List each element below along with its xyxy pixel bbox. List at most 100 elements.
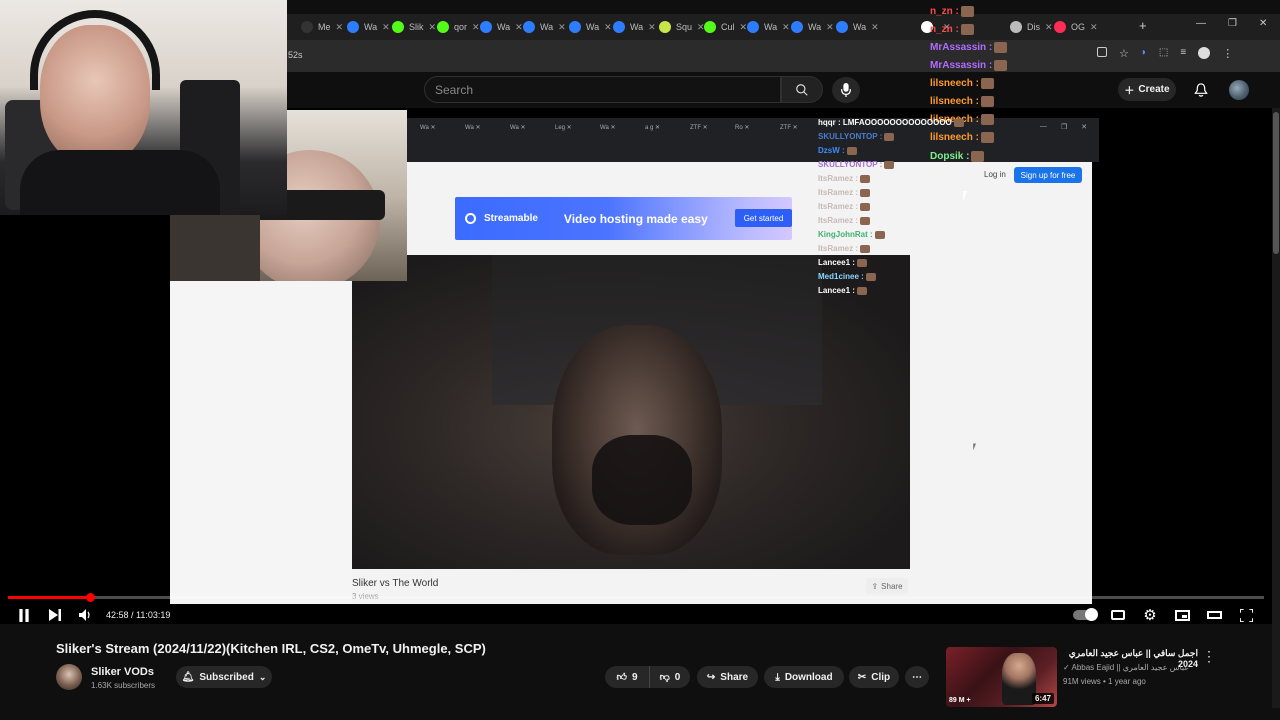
browser-tab-label: Wa — [540, 22, 554, 32]
profile-icon[interactable] — [1198, 47, 1211, 59]
puzzle-icon[interactable]: ⬚ — [1159, 47, 1168, 60]
captured-tab: Wa ✕ — [510, 125, 526, 131]
tab-close-icon[interactable]: ✕ — [871, 22, 879, 33]
captured-chat-username: DzsW : — [818, 146, 845, 155]
recommended-views: 91M views — [1063, 677, 1101, 686]
pause-button[interactable] — [14, 605, 34, 625]
browser-tab[interactable]: Wa ✕ — [832, 14, 883, 40]
browser-tab-label: Cul — [721, 22, 735, 32]
theater-mode-icon — [1206, 611, 1222, 619]
current-time: 42:58 — [106, 610, 129, 620]
browser-tab[interactable]: Wa ✕ — [519, 14, 570, 40]
chat-username: MrAssassin : — [930, 60, 993, 71]
voice-search-button[interactable] — [832, 77, 860, 103]
browser-tab[interactable]: Wa ✕ — [609, 14, 660, 40]
captured-chat-message: Med1cinee : — [818, 272, 876, 281]
time-display: 42:58 / 11:03:19 — [106, 610, 171, 620]
captured-share-label: Share — [881, 581, 903, 591]
captured-tab: Wa ✕ — [420, 125, 436, 131]
download-button[interactable]: ⤓ Download — [764, 666, 844, 688]
tab-close-icon[interactable]: ✕ — [336, 22, 344, 33]
recommended-channel[interactable]: ✓ Abbas Eajid || عباس عجيد العامري — [1063, 663, 1189, 672]
chat-emote-icon — [994, 42, 1008, 53]
minimize-icon[interactable]: — — [1196, 18, 1206, 29]
thumbnail-badge: 89 M + — [949, 697, 971, 704]
share-icon: ⇪ — [871, 581, 879, 591]
chat-username: MrAssassin : — [930, 42, 993, 53]
scissors-icon: ✂ — [857, 671, 867, 683]
thumbs-up-icon: 👍︎ — [616, 672, 627, 683]
theater-mode-button[interactable] — [1204, 605, 1224, 625]
captured-window-controls: — ❐ ✕ — [1040, 123, 1087, 131]
captured-chat-username: Lancee1 : — [818, 286, 855, 295]
captured-tab: ZTF ✕ — [690, 125, 708, 131]
chat-username: lilsneech : — [930, 132, 979, 143]
subscribed-button[interactable]: 🔔︎ Subscribed ⌄ — [176, 666, 272, 688]
browser-tab[interactable]: Wa ✕ — [343, 14, 394, 40]
install-app-icon[interactable] — [1097, 47, 1107, 57]
chat-emote-icon — [874, 230, 885, 239]
browser-tab[interactable]: Wa ✕ — [787, 14, 838, 40]
chat-emote-icon — [960, 6, 974, 17]
progress-bar-fill — [8, 596, 90, 599]
browser-tab[interactable]: Dis ✕ — [1006, 14, 1057, 40]
bookmark-star-icon[interactable]: ☆ — [1119, 47, 1129, 60]
close-icon[interactable]: ✕ — [1259, 18, 1267, 29]
fullscreen-button[interactable] — [1236, 605, 1256, 625]
captured-close-icon: ✕ — [1081, 124, 1088, 131]
media-icon[interactable]: ≡ — [1180, 47, 1186, 60]
channel-avatar[interactable] — [56, 664, 82, 690]
thumbs-down-icon: 👎︎ — [659, 672, 670, 683]
menu-kebab-icon[interactable]: ⋮ — [1222, 47, 1233, 60]
pause-icon — [19, 608, 29, 622]
chat-emote-icon — [971, 151, 985, 162]
new-tab-icon[interactable]: + — [1139, 18, 1147, 33]
share-button[interactable]: ↪ Share — [697, 666, 758, 688]
autoplay-toggle[interactable] — [1072, 605, 1098, 625]
chat-emote-icon — [846, 146, 857, 155]
captured-video-title: Sliker vs The World — [352, 578, 439, 589]
captured-chat-username: KingJohnRat : — [818, 230, 873, 239]
banner-tagline: Video hosting made easy — [563, 211, 708, 226]
chat-emote-icon — [860, 216, 871, 225]
volume-button[interactable] — [75, 605, 95, 625]
settings-button[interactable]: ⚙ — [1140, 605, 1160, 625]
create-button[interactable]: ＋ Create — [1118, 78, 1176, 101]
tab-close-icon[interactable]: ✕ — [1090, 22, 1098, 33]
share-label: Share — [720, 671, 749, 683]
miniplayer-button[interactable] — [1172, 605, 1192, 625]
dislike-button[interactable]: 👎︎ 0 — [649, 666, 690, 688]
captured-chat-username: ItsRamez : — [818, 216, 859, 225]
streamable-icon — [791, 21, 803, 33]
captured-chat-username: ItsRamez : — [818, 188, 859, 197]
subscriber-count: 1.63K subscribers — [91, 681, 156, 690]
progress-scrubber[interactable] — [86, 593, 95, 602]
streamable-icon — [747, 21, 759, 33]
search-button[interactable] — [781, 76, 823, 103]
restore-icon[interactable]: ❐ — [1228, 18, 1237, 29]
notifications-button[interactable] — [1191, 80, 1211, 100]
next-button[interactable] — [45, 605, 65, 625]
captured-chat-message: KingJohnRat : — [818, 230, 885, 239]
captured-tab: Wa ✕ — [600, 125, 616, 131]
progress-bar[interactable] — [8, 596, 1264, 599]
streamable-icon — [347, 21, 359, 33]
extension-icon[interactable]: ◗ — [1141, 47, 1147, 60]
mouse-cursor-icon — [963, 191, 971, 201]
recommended-more-icon[interactable]: ⋮ — [1202, 648, 1216, 664]
clip-button[interactable]: ✂ Clip — [849, 666, 899, 688]
browser-tab-label: Slik — [409, 22, 424, 32]
search-input[interactable]: Search — [424, 76, 781, 103]
recommended-thumbnail[interactable]: 89 M + 6:47 — [946, 647, 1057, 707]
recommended-meta: 91M views • 1 year ago — [1063, 677, 1146, 686]
more-actions-button[interactable]: ⋯ — [905, 666, 929, 688]
account-avatar[interactable] — [1229, 80, 1249, 100]
channel-name[interactable]: Sliker VODs — [91, 666, 154, 678]
captured-chat-message: Lancee1 : — [818, 258, 867, 267]
like-button[interactable]: 👍︎ 9 — [605, 666, 649, 688]
subtitles-button[interactable] — [1108, 605, 1128, 625]
page-scrollbar-thumb[interactable] — [1273, 112, 1279, 254]
browser-tab[interactable]: Me ✕ — [297, 14, 347, 40]
address-bar-text[interactable]: 52s — [288, 50, 303, 60]
browser-tab[interactable]: OG ✕ — [1050, 14, 1102, 40]
